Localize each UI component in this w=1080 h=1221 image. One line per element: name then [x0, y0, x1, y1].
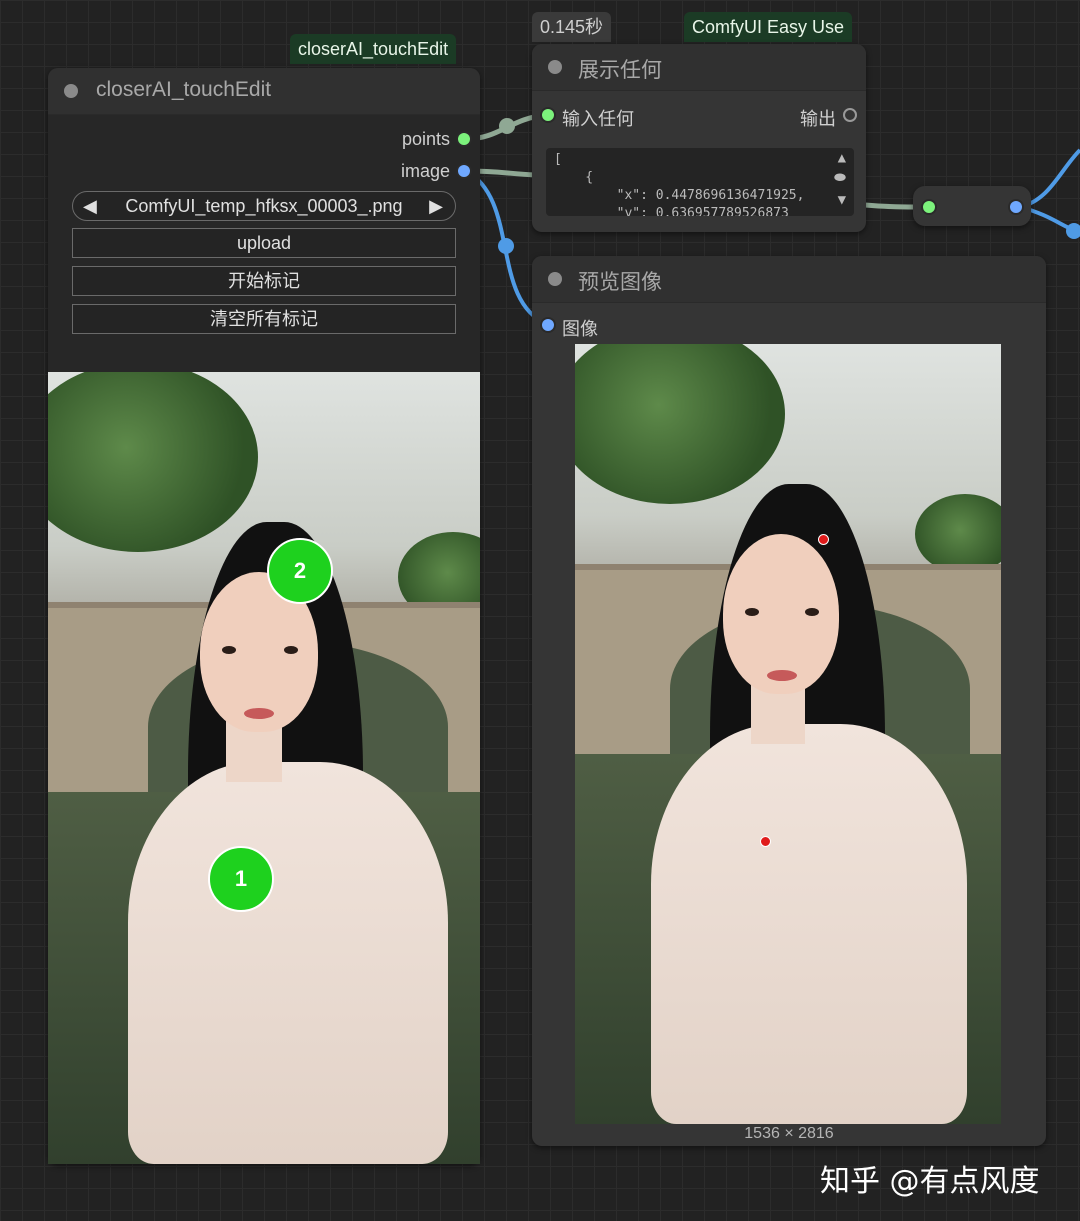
combo-prev-arrow-icon[interactable]: ◀	[83, 192, 97, 220]
image-size-label: 1536 × 2816	[744, 1125, 834, 1142]
show-any-node-header[interactable]: 展示任何	[532, 44, 866, 91]
input-image-port[interactable]	[542, 319, 554, 331]
text-line: "y": 0.636957789526873	[554, 206, 789, 216]
text-line: {	[554, 170, 594, 185]
touch-edit-node[interactable]: closerAI_touchEdit points image ◀ ComfyU…	[48, 68, 480, 1164]
input-any-port[interactable]	[542, 109, 554, 121]
output-image-label: image	[400, 161, 450, 181]
preview-image-node-header[interactable]: 预览图像	[532, 256, 1046, 303]
image-combo[interactable]: ◀ ComfyUI_temp_hfksx_00003_.png ▶	[72, 191, 456, 221]
lips	[767, 670, 797, 681]
text-line: "x": 0.4478696136471925,	[554, 188, 805, 203]
point-marker-1	[760, 836, 771, 847]
scroll-thumb-icon[interactable]: ⬬	[834, 170, 846, 186]
show-any-node-title: 展示任何	[578, 59, 662, 82]
point-marker-2	[818, 534, 829, 545]
combo-next-arrow-icon[interactable]: ▶	[429, 192, 443, 220]
touch-edit-node-header[interactable]: closerAI_touchEdit	[48, 68, 480, 115]
input-any-label: 输入任何	[562, 109, 634, 129]
left-eye	[745, 608, 759, 616]
tree-right	[915, 494, 1001, 574]
collapse-dot-icon[interactable]	[548, 60, 562, 74]
input-image-label: 图像	[562, 319, 598, 339]
wire-blue-reroute-dot	[498, 238, 514, 254]
preview-image[interactable]	[575, 344, 1001, 1124]
lips	[244, 708, 274, 719]
text-line: [	[554, 152, 562, 167]
scroll-down-icon[interactable]: ▼	[838, 192, 846, 208]
combo-value: ComfyUI_temp_hfksx_00003_.png	[125, 196, 403, 216]
output-label: 输出	[800, 109, 836, 129]
start-marking-button[interactable]: 开始标记	[72, 266, 456, 296]
upload-button[interactable]: upload	[72, 228, 456, 258]
right-eye	[805, 608, 819, 616]
reroute-output-port[interactable]	[1010, 201, 1022, 213]
watermark: 知乎 @有点风度	[820, 1164, 1040, 1199]
tree	[48, 372, 258, 552]
touch-edit-canvas-image[interactable]: 1 2	[48, 372, 480, 1164]
dress	[651, 724, 967, 1124]
preview-image-node-title: 预览图像	[578, 271, 662, 294]
left-eye	[222, 646, 236, 654]
wire-reroute-dot	[499, 118, 515, 134]
output-image-port[interactable]	[458, 165, 470, 177]
right-eye	[284, 646, 298, 654]
collapse-dot-icon[interactable]	[548, 272, 562, 286]
reroute-input-port[interactable]	[923, 201, 935, 213]
touchedit-badge: closerAI_touchEdit	[290, 34, 457, 64]
preview-image-node[interactable]: 预览图像 图像 1536 × 2816	[532, 256, 1046, 1146]
output-points-port[interactable]	[458, 133, 470, 145]
show-any-textarea[interactable]: [ { "x": 0.4478696136471925, "y": 0.6369…	[546, 148, 854, 216]
show-any-node[interactable]: 展示任何 输入任何 输出 [ { "x": 0.4478696136471925…	[532, 44, 866, 232]
collapse-dot-icon[interactable]	[64, 84, 78, 98]
reroute-node[interactable]	[913, 186, 1031, 226]
timing-badge: 0.145秒	[532, 12, 612, 42]
scroll-up-icon[interactable]: ▲	[838, 150, 846, 166]
output-port[interactable]	[843, 108, 857, 122]
output-points-label: points	[401, 129, 450, 149]
marker-2[interactable]: 2	[267, 538, 333, 604]
touch-edit-node-title: closerAI_touchEdit	[96, 78, 272, 101]
dress	[128, 762, 448, 1164]
marker-1[interactable]: 1	[208, 846, 274, 912]
tree	[575, 344, 785, 504]
group-badge: ComfyUI Easy Use	[684, 12, 853, 42]
clear-markings-button[interactable]: 清空所有标记	[72, 304, 456, 334]
